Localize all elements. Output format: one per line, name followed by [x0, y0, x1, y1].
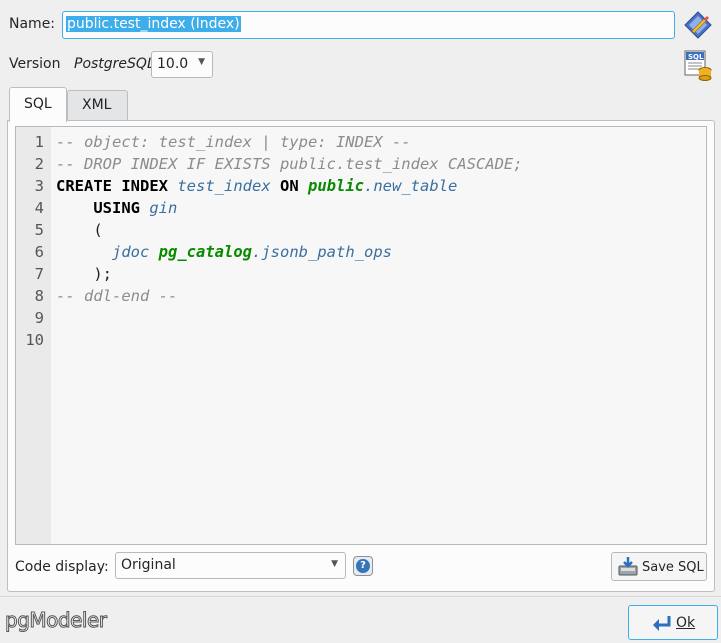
code-line: -- object: test_index | type: INDEX -- — [56, 133, 411, 151]
name-label: Name: — [9, 16, 56, 32]
line-number: 10 — [25, 331, 44, 349]
code-line: jdoc pg_catalog.jsonb_path_ops — [112, 243, 392, 261]
name-input-value: public.test_index (Index) — [66, 16, 241, 32]
code-line: ); — [93, 265, 112, 283]
help-icon: ? — [356, 559, 370, 573]
footer-divider — [0, 596, 721, 597]
code-line: -- ddl-end -- — [56, 287, 178, 305]
line-number: 9 — [34, 309, 44, 327]
code-display-value: Original — [121, 557, 176, 573]
line-number: 2 — [34, 155, 44, 173]
name-input[interactable]: public.test_index (Index) — [62, 11, 675, 39]
pgmodeler-logo: pgModeler — [4, 608, 107, 633]
code-display-select[interactable]: Original ▼ — [115, 552, 346, 579]
version-label: Version — [9, 56, 61, 72]
line-number: 7 — [34, 265, 44, 283]
ok-button[interactable]: Ok — [628, 605, 718, 640]
line-number: 5 — [34, 221, 44, 239]
chevron-down-icon: ▼ — [331, 559, 338, 569]
version-select-value: 10.0 — [157, 56, 189, 72]
line-number: 4 — [34, 199, 44, 217]
code-line: CREATE INDEX test_index ON public.new_ta… — [56, 177, 458, 195]
line-number: 1 — [34, 133, 44, 151]
code-line: USING gin — [93, 199, 178, 217]
index-object-icon — [683, 10, 713, 40]
tab-sql[interactable]: SQL — [9, 87, 67, 122]
enter-arrow-icon — [651, 614, 673, 632]
code-line: -- DROP INDEX IF EXISTS public.test_inde… — [56, 155, 523, 173]
save-sql-button[interactable]: Save SQL — [611, 552, 707, 581]
help-button[interactable]: ? — [353, 556, 373, 576]
tab-xml[interactable]: XML — [67, 90, 128, 120]
save-icon — [618, 556, 638, 577]
line-number: 3 — [34, 177, 44, 195]
sql-source-icon[interactable]: SQL — [683, 49, 713, 81]
version-dbms-label: PostgreSQL — [74, 56, 155, 72]
sql-code-editor[interactable]: 1 2 3 4 5 6 7 8 9 10 -- object: test_ind… — [15, 126, 707, 545]
code-display-label: Code display: — [15, 559, 109, 575]
version-select[interactable]: 10.0 ▼ — [151, 51, 213, 78]
ok-label: Ok — [676, 615, 696, 631]
chevron-down-icon: ▼ — [198, 57, 205, 67]
line-number: 8 — [34, 287, 44, 305]
save-sql-label: Save SQL — [642, 560, 704, 575]
line-number: 6 — [34, 243, 44, 261]
code-line: ( — [93, 221, 103, 239]
svg-text:SQL: SQL — [688, 53, 704, 61]
